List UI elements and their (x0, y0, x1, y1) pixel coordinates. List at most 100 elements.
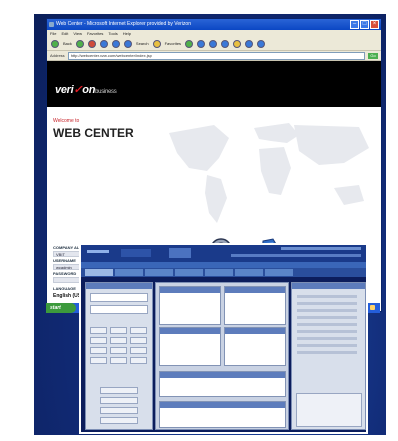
menu-tools[interactable]: Tools (108, 30, 117, 37)
inset-tab-6[interactable] (235, 269, 263, 276)
dial-key[interactable] (90, 337, 107, 344)
inset-subpanel-wide (159, 401, 286, 428)
inset-app-status-line (281, 247, 361, 250)
inset-action-button[interactable] (100, 407, 138, 414)
inset-queue-box (296, 393, 362, 427)
inset-tab-3[interactable] (145, 269, 173, 276)
dial-key[interactable] (110, 347, 127, 354)
stop-icon[interactable] (87, 39, 96, 48)
inset-application-window (79, 243, 368, 434)
favorites-label[interactable]: Favorites (165, 41, 181, 46)
world-map-image (169, 123, 369, 223)
ie-logo-icon (49, 22, 54, 27)
inset-app-logo (121, 249, 151, 257)
menu-file[interactable]: File (50, 30, 56, 37)
inset-tab-4[interactable] (175, 269, 203, 276)
refresh-icon[interactable] (99, 39, 108, 48)
inset-action-button[interactable] (100, 387, 138, 394)
close-icon[interactable]: × (370, 20, 379, 29)
inset-action-button[interactable] (100, 417, 138, 424)
inset-queue-line (297, 302, 357, 305)
inset-tab-1[interactable] (85, 269, 113, 276)
go-button[interactable]: Go (368, 52, 378, 59)
inset-queue-panel (291, 282, 366, 430)
dial-key[interactable] (90, 327, 107, 334)
inset-phone-input-2[interactable] (90, 305, 148, 314)
search-icon[interactable] (123, 39, 132, 48)
back-label[interactable]: Back (63, 41, 72, 46)
address-label: Address (50, 53, 65, 58)
inset-queue-line (297, 344, 357, 347)
inset-app-icon-group[interactable] (169, 248, 191, 258)
inset-queue-line (297, 337, 357, 340)
username-label: USERNAME (53, 258, 76, 263)
page-title: WEB CENTER (53, 126, 134, 140)
inset-dialpad-panel (85, 282, 153, 430)
window-controls: – □ × (350, 20, 379, 29)
dial-key[interactable] (110, 327, 127, 334)
browser-title: Web Center - Microsoft Internet Explorer… (56, 21, 191, 27)
inset-app-title-line (87, 250, 109, 253)
dial-key[interactable] (90, 347, 107, 354)
home-icon[interactable] (111, 39, 120, 48)
tray-volume-icon[interactable] (370, 305, 375, 310)
dial-key[interactable] (110, 357, 127, 364)
dial-key[interactable] (130, 327, 147, 334)
search-label[interactable]: Search (136, 41, 149, 46)
inset-queue-line (297, 330, 357, 333)
dial-key[interactable] (130, 337, 147, 344)
maximize-icon[interactable]: □ (360, 20, 369, 29)
dial-key[interactable] (110, 337, 127, 344)
history-icon[interactable] (197, 39, 206, 48)
start-button[interactable]: start (46, 303, 76, 313)
inset-queue-header (292, 283, 365, 289)
dial-key[interactable] (130, 357, 147, 364)
inset-queue-line (297, 316, 357, 319)
menu-help[interactable]: Help (123, 30, 131, 37)
menu-favorites[interactable]: Favorites (87, 30, 103, 37)
messenger-icon[interactable] (257, 39, 266, 48)
inset-subpanel (159, 327, 221, 366)
edit-icon[interactable] (245, 39, 254, 48)
inset-tab-2[interactable] (115, 269, 143, 276)
inset-action-button[interactable] (100, 397, 138, 404)
inset-queue-line (297, 323, 357, 326)
address-bar: Address http://webcenter.vzw.com/webcent… (47, 51, 381, 61)
browser-title-bar: Web Center - Microsoft Internet Explorer… (47, 19, 381, 30)
inset-app-header (81, 245, 366, 262)
media-icon[interactable] (185, 39, 194, 48)
inset-dialpad-header (86, 283, 152, 289)
inset-queue-line (297, 351, 357, 354)
menu-bar: File Edit View Favorites Tools Help (47, 30, 381, 37)
dial-key[interactable] (130, 347, 147, 354)
password-label: PASSWORD (53, 271, 77, 276)
mail-icon[interactable] (209, 39, 218, 48)
inset-workspace-panel (155, 282, 289, 430)
inset-tab-5[interactable] (205, 269, 233, 276)
folder-icon[interactable] (233, 39, 242, 48)
back-icon[interactable] (51, 39, 59, 48)
inset-phone-input[interactable] (90, 293, 148, 302)
print-icon[interactable] (221, 39, 230, 48)
inset-app-tabs (81, 268, 366, 277)
inset-queue-line (297, 309, 357, 312)
inset-subpanel-wide (159, 371, 286, 397)
dial-key[interactable] (90, 357, 107, 364)
inset-subpanel (224, 327, 286, 366)
verizon-logo: veri✓onbusiness (55, 84, 117, 96)
verizon-banner: veri✓onbusiness (47, 61, 381, 107)
inset-queue-line (297, 295, 357, 298)
favorites-icon[interactable] (152, 39, 161, 48)
desktop: Web Center - Microsoft Internet Explorer… (34, 14, 386, 435)
minimize-icon[interactable]: – (350, 20, 359, 29)
inset-tab-7[interactable] (265, 269, 293, 276)
inset-subpanel (224, 286, 286, 325)
forward-icon[interactable] (75, 39, 84, 48)
browser-toolbar: Back Search Favorites (47, 37, 381, 51)
language-label: LANGUAGE (53, 286, 76, 291)
menu-view[interactable]: View (73, 30, 82, 37)
inset-subpanel (159, 286, 221, 325)
address-input[interactable]: http://webcenter.vzw.com/webcenter/index… (67, 51, 365, 60)
menu-edit[interactable]: Edit (61, 30, 68, 37)
inset-app-status-line-2 (231, 254, 361, 257)
